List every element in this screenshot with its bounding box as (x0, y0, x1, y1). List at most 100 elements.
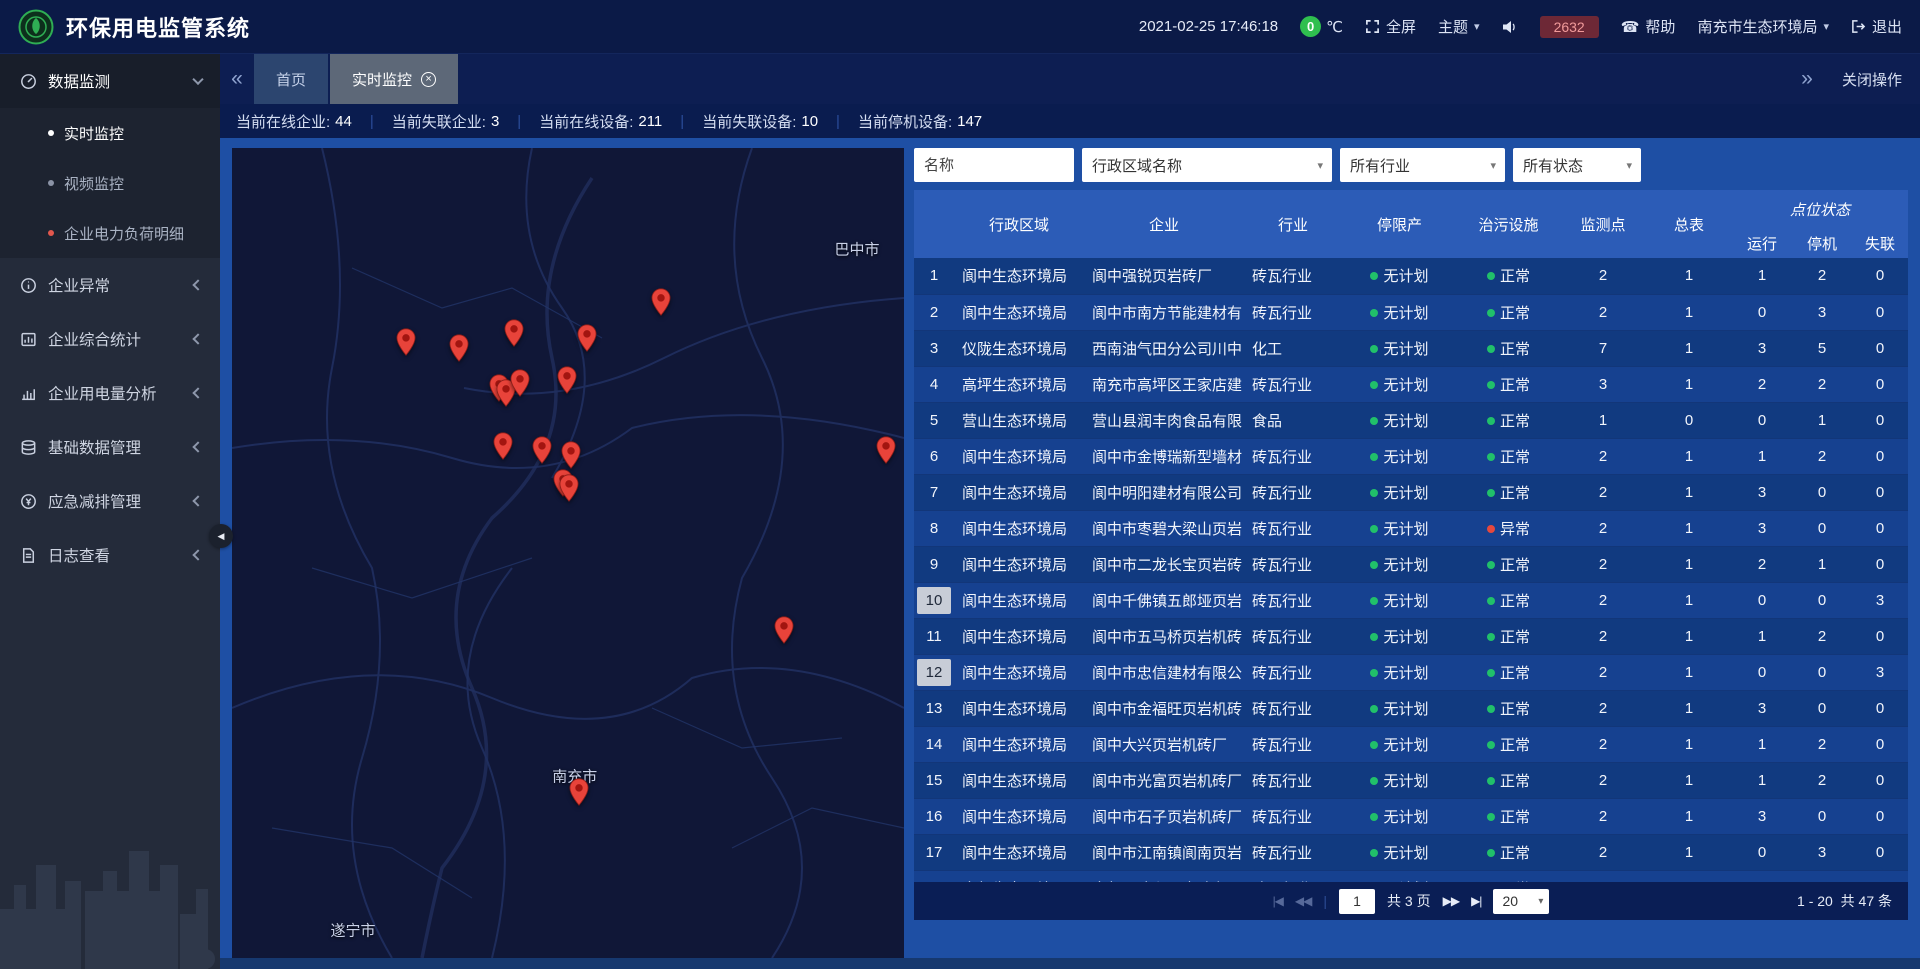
sidebar-collapse-button[interactable]: ◀ (209, 524, 233, 548)
table-row[interactable]: 6 阆中生态环境局 阆中市金博瑞新型墙材 砖瓦行业 无计划 正常 2 1 1 2… (914, 438, 1908, 474)
cell-pollution-facility: 正常 (1457, 366, 1560, 402)
sidebar-item-data-monitoring[interactable]: 数据监测 (0, 54, 220, 108)
table-row[interactable]: 2 阆中生态环境局 阆中市南方节能建材有 砖瓦行业 无计划 正常 2 1 0 3… (914, 294, 1908, 330)
help-button[interactable]: ☎ 帮助 (1621, 16, 1676, 37)
chevron-down-icon: ▾ (1538, 896, 1543, 907)
table-row[interactable]: 14 阆中生态环境局 阆中大兴页岩机砖厂 砖瓦行业 无计划 正常 2 1 1 2… (914, 726, 1908, 762)
sidebar-subitem[interactable]: 企业电力负荷明细 (0, 208, 220, 258)
table-row[interactable]: 9 阆中生态环境局 阆中市二龙长宝页岩砖 砖瓦行业 无计划 正常 2 1 2 1… (914, 546, 1908, 582)
table-row[interactable]: 5 营山生态环境局 营山县润丰肉食品有限 食品 无计划 正常 1 0 0 1 0 (914, 402, 1908, 438)
table-row[interactable]: 11 阆中生态环境局 阆中市五马桥页岩机砖 砖瓦行业 无计划 正常 2 1 1 … (914, 618, 1908, 654)
cell-index: 8 (914, 510, 954, 546)
sidebar-item-enterprise-statistics[interactable]: 企业综合统计 (0, 312, 220, 366)
map-pin[interactable] (876, 436, 896, 469)
table-row[interactable]: 7 阆中生态环境局 阆中明阳建材有限公司 砖瓦行业 无计划 正常 2 1 3 0… (914, 474, 1908, 510)
table-row[interactable]: 16 阆中生态环境局 阆中市石子页岩机砖厂 砖瓦行业 无计划 正常 2 1 3 … (914, 798, 1908, 834)
map-pin[interactable] (532, 436, 552, 469)
map-pin[interactable] (557, 366, 577, 399)
chevron-left-icon (192, 495, 203, 506)
map-pin[interactable] (396, 328, 416, 361)
cell-offline: 0 (1852, 474, 1908, 510)
logout-button[interactable]: 退出 (1851, 16, 1902, 37)
table-row[interactable]: 10 阆中生态环境局 阆中千佛镇五郎垭页岩 砖瓦行业 无计划 正常 2 1 0 … (914, 582, 1908, 618)
horizontal-scrollbar[interactable] (220, 958, 1920, 969)
cell-pollution-facility: 正常 (1457, 438, 1560, 474)
cell-industry: 砖瓦行业 (1244, 690, 1342, 726)
stat-label: 当前失联企业: (392, 111, 486, 132)
page-number-input[interactable] (1339, 889, 1375, 914)
org-dropdown[interactable]: 南充市生态环境局 ▾ (1697, 16, 1829, 37)
map-pin[interactable] (504, 319, 524, 352)
table-row[interactable]: 1 阆中生态环境局 阆中强锐页岩砖厂 砖瓦行业 无计划 正常 2 1 1 2 0 (914, 258, 1908, 294)
prev-page-button[interactable]: ◀◀ (1295, 894, 1311, 908)
tabs-scroll-right-button[interactable]: » (1790, 54, 1824, 104)
cell-running: 0 (1732, 834, 1792, 870)
sidebar-item-enterprise-anomaly[interactable]: 企业异常 (0, 258, 220, 312)
map-pin[interactable] (774, 616, 794, 649)
sidebar-subitem[interactable]: 实时监控 (0, 108, 220, 158)
last-page-button[interactable]: ▶| (1471, 894, 1481, 908)
sidebar: 数据监测 实时监控 视频监控 企业电力负荷明细 企业异常 企业综合统计 企业用电… (0, 54, 220, 969)
cell-stopped: 3 (1792, 834, 1852, 870)
map-pin[interactable] (449, 334, 469, 367)
chevron-left-icon (192, 279, 203, 290)
table-row[interactable]: 12 阆中生态环境局 阆中市忠信建材有限公 砖瓦行业 无计划 正常 2 1 0 … (914, 654, 1908, 690)
status-dot (1487, 705, 1495, 713)
next-page-button[interactable]: ▶▶ (1443, 894, 1459, 908)
table-row[interactable]: 3 仪陇生态环境局 西南油气田分公司川中 化工 无计划 正常 7 1 3 5 0 (914, 330, 1908, 366)
industry-filter-select[interactable]: 所有行业 ▾ (1340, 148, 1505, 182)
cell-index: 2 (914, 294, 954, 330)
close-operations-button[interactable]: 关闭操作 (1824, 54, 1920, 104)
page-size-select[interactable]: 20 ▾ (1493, 889, 1549, 914)
sidebar-item-power-analysis[interactable]: 企业用电量分析 (0, 366, 220, 420)
tabs-scroll-left-button[interactable]: « (220, 54, 254, 104)
map-pin[interactable] (577, 324, 597, 357)
table-row[interactable]: 17 阆中生态环境局 阆中市江南镇阆南页岩 砖瓦行业 无计划 正常 2 1 0 … (914, 834, 1908, 870)
table-row[interactable]: 4 高坪生态环境局 南充市高坪区王家店建 砖瓦行业 无计划 正常 3 1 2 2… (914, 366, 1908, 402)
status-dot (1487, 849, 1495, 857)
cell-limit-production: 无计划 (1342, 870, 1457, 882)
tab-realtime-monitor[interactable]: 实时监控 × (330, 54, 458, 104)
map-pin[interactable] (510, 369, 530, 402)
first-page-button[interactable]: |◀ (1273, 894, 1283, 908)
alert-count-badge[interactable]: 2632 (1540, 16, 1599, 38)
cell-index: 16 (914, 798, 954, 834)
status-dot (1370, 345, 1378, 353)
map-pin[interactable] (569, 778, 589, 811)
cell-total-meter: 1 (1646, 870, 1732, 882)
fullscreen-button[interactable]: 全屏 (1365, 16, 1416, 37)
table-row[interactable]: 15 阆中生态环境局 阆中市光富页岩机砖厂 砖瓦行业 无计划 正常 2 1 1 … (914, 762, 1908, 798)
speaker-icon[interactable] (1502, 20, 1518, 34)
tab-home[interactable]: 首页 (254, 54, 328, 104)
theme-label: 主题 (1438, 16, 1468, 37)
map-canvas[interactable]: 巴中市 南充市 遂宁市 (232, 148, 904, 958)
sidebar-item-log-view[interactable]: 日志查看 (0, 528, 220, 582)
status-dot (1487, 597, 1495, 605)
status-filter-select[interactable]: 所有状态 ▾ (1513, 148, 1641, 182)
sidebar-item-base-data[interactable]: 基础数据管理 (0, 420, 220, 474)
status-dot (1487, 741, 1495, 749)
name-filter-input[interactable] (914, 148, 1074, 182)
cell-monitor-points: 2 (1560, 294, 1646, 330)
cell-industry: 砖瓦行业 (1244, 582, 1342, 618)
theme-dropdown[interactable]: 主题 ▾ (1438, 16, 1480, 37)
map-pin[interactable] (651, 288, 671, 321)
cell-limit-production: 无计划 (1342, 690, 1457, 726)
map-pin[interactable] (559, 474, 579, 507)
table-row[interactable]: 18 南部生态环境局 南部县建兴页岩砖有限 砖瓦行业 无计划 正常 2 1 0 … (914, 870, 1908, 882)
cell-limit-production: 无计划 (1342, 330, 1457, 366)
cell-running: 1 (1732, 762, 1792, 798)
cell-index: 7 (914, 474, 954, 510)
sidebar-item-emergency-reduction[interactable]: 应急减排管理 (0, 474, 220, 528)
sidebar-subitem[interactable]: 视频监控 (0, 158, 220, 208)
region-filter-select[interactable]: 行政区域名称 ▾ (1082, 148, 1332, 182)
cell-total-meter: 1 (1646, 294, 1732, 330)
stat-value: 10 (801, 113, 818, 130)
status-dot (1370, 741, 1378, 749)
cell-monitor-points: 2 (1560, 654, 1646, 690)
close-tab-icon[interactable]: × (421, 72, 436, 87)
table-row[interactable]: 8 阆中生态环境局 阆中市枣碧大梁山页岩 砖瓦行业 无计划 异常 2 1 3 0… (914, 510, 1908, 546)
map-pin[interactable] (493, 432, 513, 465)
table-row[interactable]: 13 阆中生态环境局 阆中市金福旺页岩机砖 砖瓦行业 无计划 正常 2 1 3 … (914, 690, 1908, 726)
cell-stopped: 3 (1792, 294, 1852, 330)
